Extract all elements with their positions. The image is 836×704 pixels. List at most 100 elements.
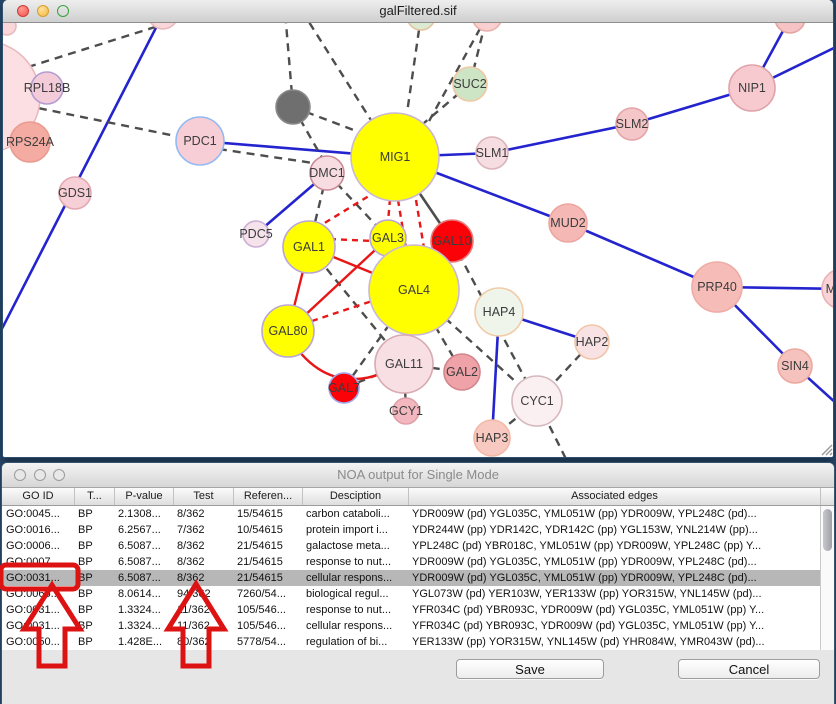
cell-ref: 105/546... — [233, 602, 302, 618]
save-button[interactable]: Save — [456, 659, 604, 679]
noa-window: NOA output for Single Mode GO IDT...P-va… — [2, 463, 834, 704]
cell-test: 8/362 — [173, 570, 233, 586]
cell-pvalue: 2.1308... — [114, 506, 173, 522]
node-label: HAP2 — [576, 335, 609, 349]
node-label: RPL18B — [24, 81, 71, 95]
cell-pvalue: 1.3324... — [114, 618, 173, 634]
cell-edges: YDR009W (pd) YGL035C, YML051W (pp) YDR00… — [408, 570, 820, 586]
cell-go: GO:0007... — [2, 554, 74, 570]
cell-pvalue: 6.5087... — [114, 538, 173, 554]
node-label: HAP4 — [483, 305, 516, 319]
cell-pvalue: 6.5087... — [114, 570, 173, 586]
column-header-scroll[interactable] — [820, 488, 834, 505]
cell-desc: regulation of bi... — [302, 634, 408, 650]
cell-edges: YDR244W (pp) YDR142C, YDR142C (pp) YGL15… — [408, 522, 820, 538]
cell-test: 11/362 — [173, 602, 233, 618]
cell-go: GO:0016... — [2, 522, 74, 538]
scrollbar-thumb[interactable] — [823, 509, 832, 551]
cell-edges: YFR034C (pd) YBR093C, YDR009W (pd) YGL03… — [408, 618, 820, 634]
resize-grip[interactable] — [830, 453, 832, 455]
network-graph: RPL18BRPS24AGDS1PDC1DMC1MIG1SUC2SLM1SLM2… — [3, 23, 833, 457]
cell-type: BP — [74, 586, 114, 602]
node-label: GAL3 — [372, 231, 404, 245]
node-label: MIG1 — [380, 150, 411, 164]
column-header-go-id[interactable]: GO ID — [2, 488, 74, 505]
cell-go: GO:0031... — [2, 602, 74, 618]
network-window: galFiltered.sif RPL18BRPS24AGDS1PDC1DMC1… — [3, 0, 833, 457]
cell-type: BP — [74, 538, 114, 554]
node-partial-topright[interactable] — [775, 23, 805, 33]
cell-ref: 10/54615 — [233, 522, 302, 538]
column-header-associated-edges[interactable]: Associated edges — [408, 488, 820, 505]
table-row[interactable]: GO:0007...BP6.5087...8/36221/54615respon… — [2, 554, 834, 570]
cell-test: 94/362 — [173, 586, 233, 602]
vertical-scrollbar[interactable] — [820, 506, 834, 650]
edge — [302, 23, 374, 125]
cell-test: 80/362 — [173, 634, 233, 650]
table-row[interactable]: GO:0031...BP6.5087...8/36221/54615cellul… — [2, 570, 834, 586]
cell-go: GO:0031... — [2, 570, 74, 586]
edge — [407, 23, 421, 113]
edge — [416, 200, 424, 248]
node-label: HAP3 — [476, 431, 509, 445]
node-label: RPS24A — [6, 135, 55, 149]
column-header-referen-[interactable]: Referen... — [233, 488, 302, 505]
network-window-title: galFiltered.sif — [3, 3, 833, 18]
node-label: MUD2 — [550, 216, 585, 230]
network-canvas[interactable]: RPL18BRPS24AGDS1PDC1DMC1MIG1SUC2SLM1SLM2… — [3, 23, 833, 457]
node-label: GAL80 — [269, 324, 308, 338]
cell-type: BP — [74, 506, 114, 522]
cell-desc: cellular respons... — [302, 570, 408, 586]
node-label: PDC1 — [183, 134, 216, 148]
cell-desc: response to nut... — [302, 554, 408, 570]
node-partial-top3[interactable] — [472, 23, 502, 31]
cell-type: BP — [74, 634, 114, 650]
cell-pvalue: 8.0614... — [114, 586, 173, 602]
cell-go: GO:0065... — [2, 586, 74, 602]
column-header-desciption[interactable]: Desciption — [302, 488, 408, 505]
node-label: DMC1 — [309, 166, 344, 180]
table-row[interactable]: GO:0031...BP1.3324...11/362105/546...cel… — [2, 618, 834, 634]
cell-go: GO:0031... — [2, 618, 74, 634]
cell-desc: galactose meta... — [302, 538, 408, 554]
cell-pvalue: 1.3324... — [114, 602, 173, 618]
node-gray[interactable] — [276, 90, 310, 124]
node-partial-top2[interactable] — [407, 23, 435, 30]
node-label: PRP40 — [697, 280, 737, 294]
edge — [330, 239, 372, 241]
cell-go: GO:0045... — [2, 506, 74, 522]
table-row[interactable]: GO:0016...BP6.2567...7/36210/54615protei… — [2, 522, 834, 538]
table-row[interactable]: GO:0050...BP1.428E...80/3625778/54...reg… — [2, 634, 834, 650]
table-row[interactable]: GO:0045...BP2.1308...8/36215/54615carbon… — [2, 506, 834, 522]
column-header-p-value[interactable]: P-value — [114, 488, 173, 505]
cancel-button[interactable]: Cancel — [678, 659, 820, 679]
column-header-test[interactable]: Test — [173, 488, 233, 505]
cell-test: 8/362 — [173, 538, 233, 554]
edge — [492, 124, 632, 153]
noa-titlebar[interactable]: NOA output for Single Mode — [2, 463, 834, 488]
node-label: NIP1 — [738, 81, 766, 95]
cell-desc: response to nut... — [302, 602, 408, 618]
column-header-t-[interactable]: T... — [74, 488, 114, 505]
cell-ref: 7260/54... — [233, 586, 302, 602]
cell-ref: 21/54615 — [233, 554, 302, 570]
table-row[interactable]: GO:0031...BP1.3324...11/362105/546...res… — [2, 602, 834, 618]
node-label: GAL11 — [385, 357, 423, 371]
cell-edges: YFR034C (pd) YBR093C, YDR009W (pd) YGL03… — [408, 602, 820, 618]
cell-type: BP — [74, 618, 114, 634]
node-label: GAL4 — [398, 283, 430, 297]
node-label: SLM1 — [476, 146, 509, 160]
cell-go: GO:0050... — [2, 634, 74, 650]
cell-type: BP — [74, 570, 114, 586]
node-label: GAL1 — [293, 240, 325, 254]
table-row[interactable]: GO:0006...BP6.5087...8/36221/54615galact… — [2, 538, 834, 554]
cell-desc: biological regul... — [302, 586, 408, 602]
cell-ref: 21/54615 — [233, 538, 302, 554]
cell-test: 7/362 — [173, 522, 233, 538]
network-titlebar[interactable]: galFiltered.sif — [3, 0, 833, 23]
cell-ref: 21/54615 — [233, 570, 302, 586]
node-partial-corner[interactable] — [3, 23, 16, 35]
cell-type: BP — [74, 522, 114, 538]
cell-desc: protein import i... — [302, 522, 408, 538]
table-row[interactable]: GO:0065...BP8.0614...94/3627260/54...bio… — [2, 586, 834, 602]
